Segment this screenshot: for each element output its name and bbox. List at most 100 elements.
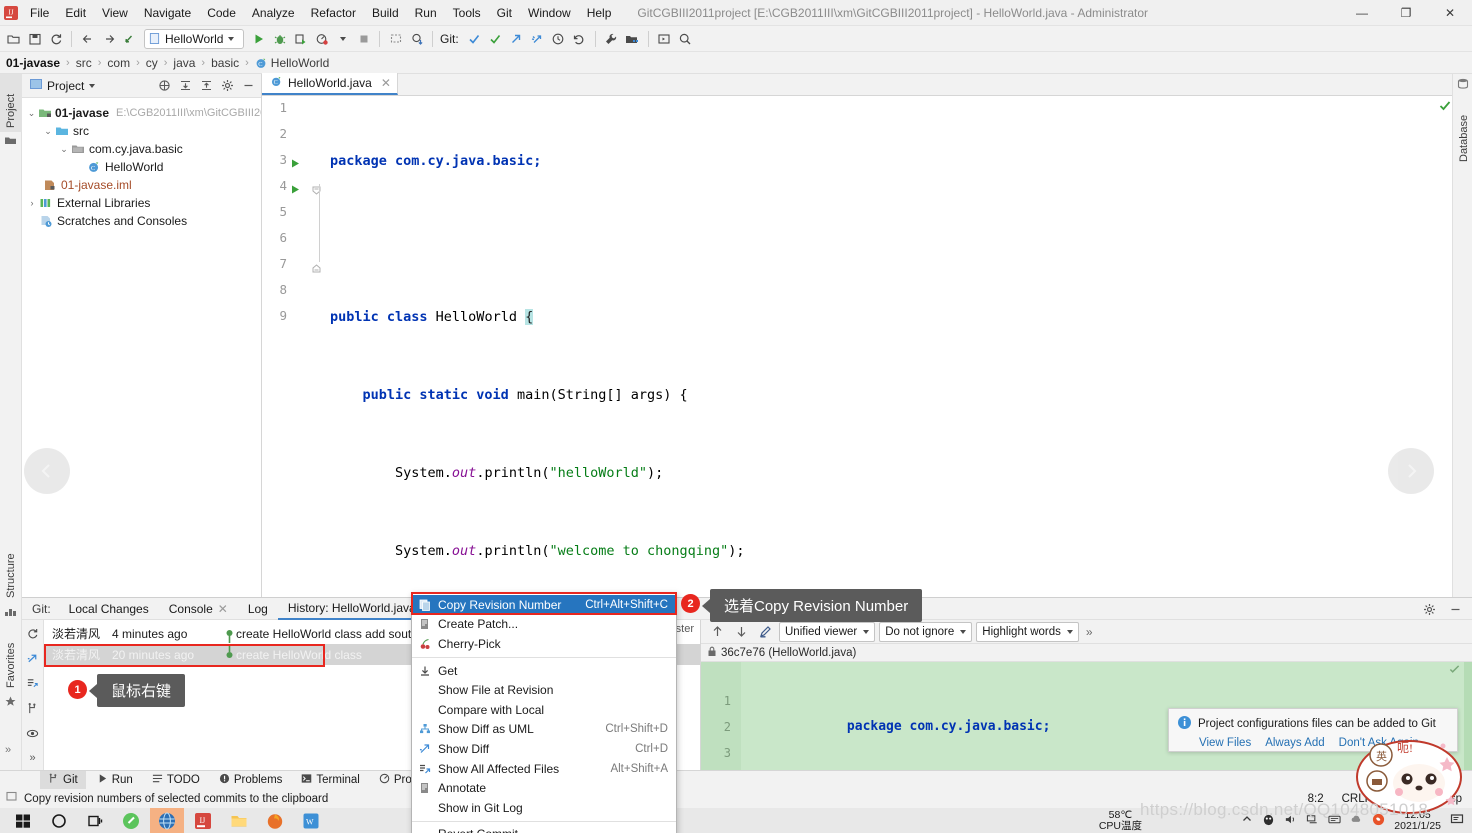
close-button[interactable]: ✕ — [1428, 0, 1472, 26]
stop-button-icon[interactable] — [353, 28, 374, 50]
chevron-down-icon[interactable] — [89, 83, 96, 88]
profile-icon[interactable] — [311, 28, 332, 50]
run-method-gutter-icon[interactable] — [290, 184, 302, 196]
breadcrumb-item-6[interactable]: HelloWorld — [271, 56, 329, 70]
tool-window-git[interactable]: Git — [40, 770, 86, 790]
debug-button-icon[interactable] — [269, 28, 290, 50]
minimize-button[interactable]: — — [1340, 0, 1384, 26]
tool-window-terminal[interactable]: Terminal — [293, 771, 367, 790]
menu-item-revert-commit[interactable]: Revert Commit — [412, 825, 676, 833]
editor-tab-helloworld[interactable]: C HelloWorld.java ✕ — [262, 73, 398, 95]
chevron-down-icon[interactable] — [228, 36, 235, 41]
project-structure-icon[interactable] — [622, 28, 643, 50]
chevron-down-icon[interactable] — [863, 629, 870, 634]
chevron-down-icon[interactable] — [1066, 629, 1073, 634]
tree-node-module[interactable]: ⌄ 01-javase E:\CGB2011III\xm\GitCGBIII20… — [22, 104, 261, 122]
previous-difference-icon[interactable] — [707, 622, 727, 642]
git-revert-icon[interactable] — [569, 28, 590, 50]
sidebar-item-database[interactable]: Database — [1453, 98, 1472, 166]
collapse-all-icon[interactable] — [176, 77, 194, 95]
git-update-icon[interactable] — [464, 28, 485, 50]
menu-edit[interactable]: Edit — [57, 0, 94, 26]
menu-tools[interactable]: Tools — [445, 0, 489, 26]
menu-item-copy-revision-number[interactable]: Copy Revision Number Ctrl+Alt+Shift+C — [412, 595, 676, 615]
menu-window[interactable]: Window — [520, 0, 579, 26]
viewer-mode-selector[interactable]: Unified viewer — [779, 621, 876, 642]
tree-node-scratches[interactable]: Scratches and Consoles — [22, 212, 261, 230]
menu-run[interactable]: Run — [407, 0, 445, 26]
sidebar-item-project[interactable]: Project — [0, 74, 22, 132]
task-view-icon[interactable] — [78, 808, 112, 833]
breadcrumb-item-0[interactable]: 01-javase — [6, 56, 60, 70]
profile-dropdown-icon[interactable] — [332, 28, 353, 50]
taskbar-app-green-icon[interactable] — [114, 808, 148, 833]
tab-log[interactable]: Log — [238, 598, 278, 620]
tab-local-changes[interactable]: Local Changes — [59, 598, 159, 620]
menu-item-show-diff[interactable]: Show Diff Ctrl+D — [412, 739, 676, 759]
gear-icon[interactable] — [1420, 600, 1438, 618]
menu-file[interactable]: File — [22, 0, 57, 26]
tool-window-problems[interactable]: Problems — [211, 771, 291, 790]
tool-window-todo[interactable]: TODO — [144, 771, 208, 790]
menu-item-show-all-affected-files[interactable]: Show All Affected Files Alt+Shift+A — [412, 759, 676, 779]
balloon-action-view-files[interactable]: View Files — [1199, 737, 1251, 749]
chevron-down-icon[interactable]: ⌄ — [42, 126, 54, 137]
tray-qq-icon[interactable] — [1262, 813, 1275, 829]
menu-analyze[interactable]: Analyze — [244, 0, 303, 26]
breadcrumb-item-2[interactable]: com — [107, 56, 130, 70]
sidebar-item-favorites[interactable]: Favorites — [0, 624, 22, 692]
save-all-icon[interactable] — [24, 28, 45, 50]
inspection-ok-icon[interactable] — [1439, 100, 1451, 115]
taskbar-wps-icon[interactable]: W — [294, 808, 328, 833]
sidebar-item-structure[interactable]: Structure — [0, 534, 22, 602]
commit-context-menu[interactable]: Copy Revision Number Ctrl+Alt+Shift+C Cr… — [411, 592, 677, 833]
chevron-down-icon[interactable]: ⌄ — [58, 144, 70, 155]
next-difference-icon[interactable] — [731, 622, 751, 642]
close-icon[interactable]: ✕ — [381, 76, 391, 90]
breadcrumb-item-3[interactable]: cy — [146, 56, 158, 70]
settings-wrench-icon[interactable] — [601, 28, 622, 50]
more-options-icon[interactable]: » — [24, 749, 42, 767]
tree-node-iml[interactable]: 01-javase.iml — [22, 176, 261, 194]
menu-item-show-file-at-revision[interactable]: Show File at Revision — [412, 680, 676, 700]
tree-node-package[interactable]: ⌄ com.cy.java.basic — [22, 140, 261, 158]
menu-build[interactable]: Build — [364, 0, 407, 26]
git-commit-icon[interactable] — [485, 28, 506, 50]
taskbar-app-browser-icon[interactable] — [150, 808, 184, 833]
last-edit-location-icon[interactable] — [119, 28, 140, 50]
git-history-icon[interactable] — [548, 28, 569, 50]
chevron-right-icon[interactable]: › — [26, 198, 38, 208]
tray-network-icon[interactable] — [1306, 813, 1319, 829]
menu-item-annotate[interactable]: Annotate — [412, 778, 676, 798]
code-text[interactable]: package com.cy.java.basic; public class … — [322, 96, 1452, 720]
forward-arrow-icon[interactable] — [98, 28, 119, 50]
breadcrumb-item-5[interactable]: basic — [211, 56, 239, 70]
history-eye-icon[interactable] — [24, 724, 42, 742]
menu-help[interactable]: Help — [579, 0, 620, 26]
breadcrumb-item-4[interactable]: java — [173, 56, 195, 70]
expand-all-icon[interactable] — [197, 77, 215, 95]
code-editor[interactable]: 1 2 3 4 5 6 7 8 9 package com.cy.java.ba… — [24, 96, 1452, 720]
update-project-icon[interactable] — [406, 28, 427, 50]
editor-gutter[interactable]: 1 2 3 4 5 6 7 8 9 — [262, 96, 322, 597]
show-diff-icon[interactable] — [24, 649, 42, 667]
tab-console[interactable]: Console ✕ — [159, 598, 238, 620]
show-all-affected-files-icon[interactable] — [24, 674, 42, 692]
tray-volume-icon[interactable] — [1284, 813, 1297, 829]
back-arrow-icon[interactable] — [77, 28, 98, 50]
tool-window-run[interactable]: Run — [89, 771, 141, 790]
highlight-mode-selector[interactable]: Highlight words — [976, 621, 1079, 642]
git-merge-icon[interactable] — [527, 28, 548, 50]
branch-filter-icon[interactable] — [24, 699, 42, 717]
taskbar-app-intellij-icon[interactable]: IJ — [186, 808, 220, 833]
windows-start-icon[interactable] — [6, 808, 40, 833]
run-configuration-selector[interactable]: HelloWorld — [144, 28, 244, 49]
refresh-icon[interactable] — [24, 624, 42, 642]
taskbar-firefox-icon[interactable] — [258, 808, 292, 833]
open-folder-icon[interactable] — [3, 28, 24, 50]
maximize-button[interactable]: ❐ — [1384, 0, 1428, 26]
diff-scrollbar[interactable] — [1464, 662, 1472, 771]
gear-icon[interactable] — [218, 77, 236, 95]
run-button-icon[interactable] — [248, 28, 269, 50]
menu-view[interactable]: View — [94, 0, 136, 26]
